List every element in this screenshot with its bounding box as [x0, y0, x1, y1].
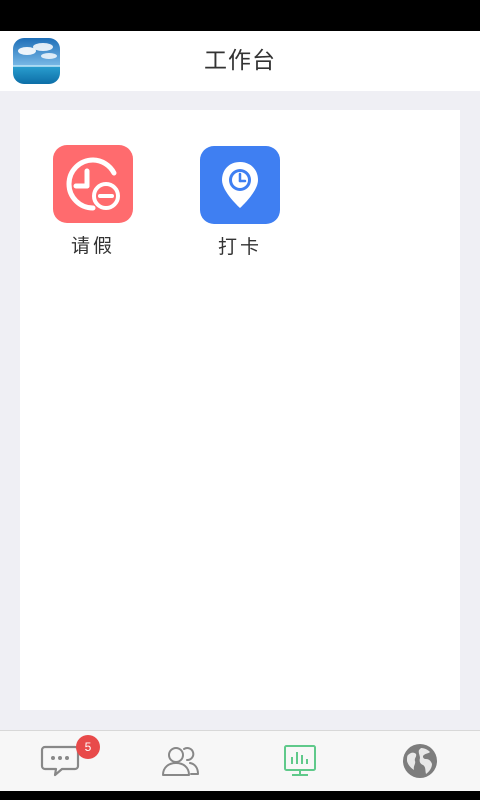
page-title: 工作台	[204, 48, 276, 74]
landscape-avatar-icon[interactable]	[13, 38, 60, 84]
bar-chart-board-icon	[284, 745, 316, 776]
content-area: 请假 打卡	[0, 91, 480, 730]
app-tile-clock-in[interactable]: 打卡	[185, 146, 295, 259]
clock-location-pin-icon	[200, 146, 280, 224]
tab-discover[interactable]	[360, 731, 480, 791]
apps-card: 请假 打卡	[20, 110, 460, 710]
tab-contacts[interactable]	[120, 731, 240, 791]
people-icon	[162, 747, 199, 776]
app-screen: 工作台 请假 打卡 5	[0, 0, 480, 800]
header-bar: 工作台	[0, 31, 480, 91]
app-label-leave: 请假	[70, 235, 115, 257]
tab-messages[interactable]: 5	[0, 731, 120, 791]
system-nav-bar	[0, 791, 480, 800]
app-tile-leave[interactable]: 请假	[38, 145, 148, 258]
unread-badge: 5	[76, 735, 100, 759]
globe-icon	[403, 744, 437, 778]
tab-workbench[interactable]	[240, 731, 360, 791]
chat-bubble-icon	[40, 745, 80, 777]
bottom-tab-bar: 5	[0, 730, 480, 791]
app-label-clock-in: 打卡	[217, 236, 262, 258]
status-bar	[0, 0, 480, 31]
clock-minus-icon	[53, 145, 133, 223]
